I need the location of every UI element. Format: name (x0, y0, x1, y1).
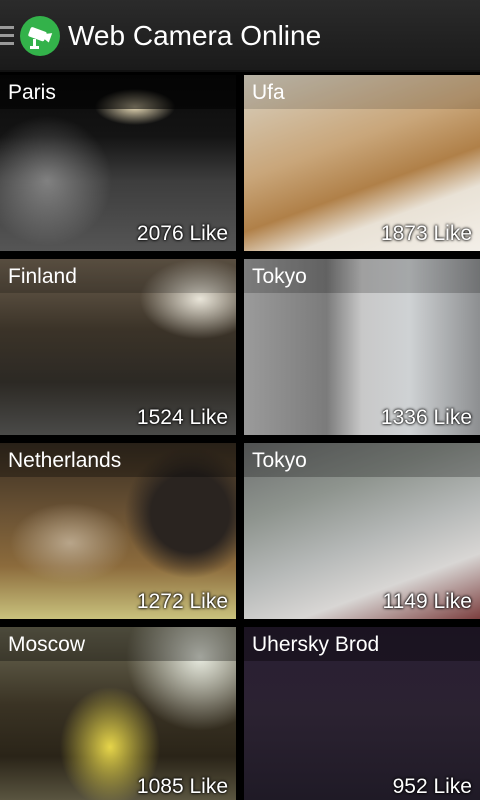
camera-name: Moscow (8, 633, 86, 656)
hamburger-icon[interactable] (0, 26, 14, 46)
like-count: 1272 Like (136, 590, 228, 613)
tile-caption-bar: Tokyo (244, 259, 480, 293)
camera-name: Finland (8, 265, 77, 288)
tile-caption-bar: Ufa (244, 75, 480, 109)
camera-tile-tokyo-1[interactable]: Tokyo 1336 Like (244, 259, 480, 435)
camera-tile-finland[interactable]: Finland 1524 Like (0, 259, 236, 435)
like-count: 1873 Like (380, 222, 472, 245)
tile-caption-bar: Paris (0, 75, 236, 109)
tile-caption-bar: Netherlands (0, 443, 236, 477)
camera-name: Tokyo (252, 265, 307, 288)
camera-icon (20, 16, 60, 56)
camera-tile-moscow[interactable]: Moscow 1085 Like (0, 627, 236, 800)
app-title: Web Camera Online (68, 20, 322, 51)
camera-tile-ufa[interactable]: Ufa 1873 Like (244, 75, 480, 251)
like-count: 1085 Like (136, 775, 228, 798)
like-count: 1524 Like (136, 406, 228, 429)
camera-name: Paris (8, 81, 56, 104)
camera-name: Ufa (252, 81, 285, 104)
tile-caption-bar: Moscow (0, 627, 236, 661)
app-bar: Web Camera Online (0, 0, 480, 72)
camera-name: Tokyo (252, 449, 307, 472)
tile-caption-bar: Finland (0, 259, 236, 293)
camera-name: Netherlands (8, 449, 122, 472)
tile-caption-bar: Tokyo (244, 443, 480, 477)
tile-caption-bar: Uhersky Brod (244, 627, 480, 661)
like-count: 1336 Like (380, 406, 472, 429)
camera-tile-uhersky-brod[interactable]: Uhersky Brod 952 Like (244, 627, 480, 800)
camera-name: Uhersky Brod (252, 633, 380, 656)
camera-tile-tokyo-2[interactable]: Tokyo 1149 Like (244, 443, 480, 619)
like-count: 2076 Like (136, 222, 228, 245)
like-count: 1149 Like (382, 590, 472, 613)
like-count: 952 Like (392, 775, 472, 798)
camera-tile-netherlands[interactable]: Netherlands 1272 Like (0, 443, 236, 619)
camera-tile-paris[interactable]: Paris 2076 Like (0, 75, 236, 251)
